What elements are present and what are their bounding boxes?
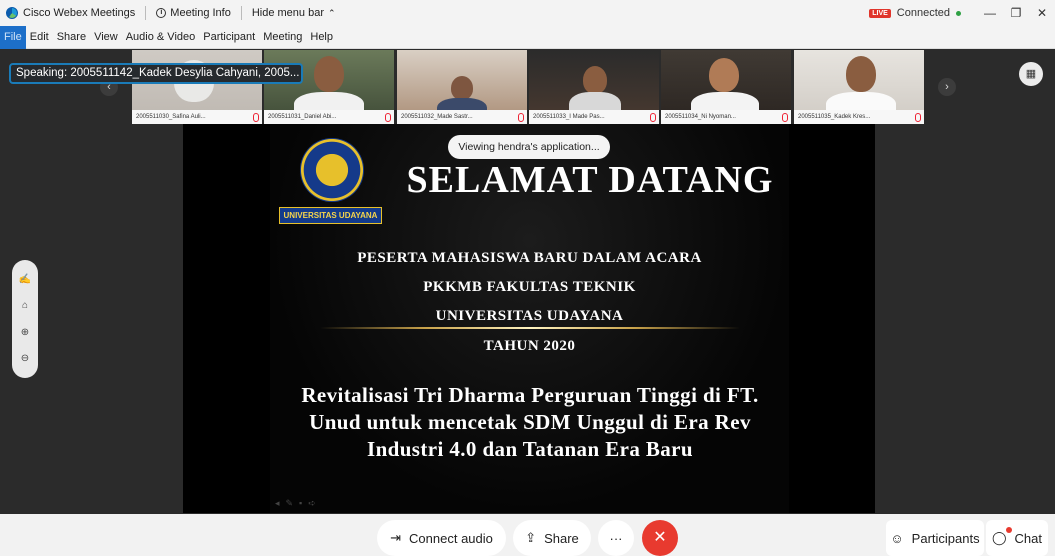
zoom-in-icon[interactable]: ⊕ [21, 327, 29, 338]
more-options-button[interactable]: ··· [598, 520, 634, 556]
menu-meeting[interactable]: Meeting [259, 31, 306, 43]
menu-view[interactable]: View [90, 31, 122, 43]
participant-tile[interactable]: 2005511031_Daniel Abi... [264, 50, 394, 124]
participant-tile[interactable]: 2005511034_Ni Nyoman... [661, 50, 791, 124]
participant-name: 2005511031_Daniel Abi... [264, 110, 394, 124]
meeting-info-label: Meeting Info [170, 7, 231, 19]
muted-mic-icon [915, 113, 921, 122]
zoom-out-icon[interactable]: ⊖ [21, 353, 29, 364]
chat-button[interactable]: ◯ Chat [986, 520, 1048, 556]
divider [145, 6, 147, 20]
connect-audio-label: Connect audio [409, 530, 493, 546]
participants-button[interactable]: ☺ Participants [886, 520, 984, 556]
share-button[interactable]: ⇪ Share [513, 520, 591, 556]
participant-video [583, 66, 607, 94]
slide-theme-line-3: Industri 4.0 dan Tatanan Era Baru [367, 437, 693, 461]
menu-edit[interactable]: Edit [26, 31, 53, 43]
muted-mic-icon [253, 113, 259, 122]
participant-tile[interactable]: 2005511030_Safina Auli... [132, 50, 262, 124]
muted-mic-icon [518, 113, 524, 122]
menu-audio-video[interactable]: Audio & Video [122, 31, 200, 43]
participant-tile[interactable]: 2005511035_Kadek Kres... [794, 50, 924, 124]
participant-tile[interactable]: 2005511032_Made Sastr... [397, 50, 527, 124]
participant-name: 2005511035_Kadek Kres... [794, 110, 924, 124]
participant-video [451, 76, 473, 100]
connect-audio-button[interactable]: ⇥ Connect audio [377, 520, 506, 556]
chat-icon: ◯ [991, 530, 1007, 545]
hide-menu-bar-button[interactable]: Hide menu bar ⌃ [252, 7, 336, 19]
active-speaker-label: Speaking: 2005511142_Kadek Desylia Cahya… [9, 63, 303, 84]
annotate-icon[interactable]: ✍ [19, 274, 31, 285]
participant-video [709, 58, 739, 92]
slide-theme-line-1: Revitalisasi Tri Dharma Perguruan Tinggi… [301, 383, 759, 407]
webex-logo-icon [6, 7, 18, 19]
slide-title: SELAMAT DATANG [406, 159, 774, 201]
close-window-button[interactable]: ✕ [1029, 6, 1055, 20]
participants-label: Participants [911, 530, 980, 546]
menu-help[interactable]: Help [306, 31, 337, 43]
zoom-panel: ✍ ⌂ ⊕ ⊖ [12, 260, 38, 378]
slide-nav-icons: ◂✎▪➪ [275, 498, 322, 508]
presentation-slide: UNIVERSITAS UDAYANA SELAMAT DATANG PESER… [270, 124, 789, 513]
viewing-application-banner: Viewing hendra's application... [448, 135, 610, 159]
muted-mic-icon [650, 113, 656, 122]
menu-bar: File Edit Share View Audio & Video Parti… [0, 25, 1055, 49]
slide-line-3: UNIVERSITAS UDAYANA [435, 308, 624, 324]
muted-mic-icon [385, 113, 391, 122]
connect-audio-icon: ⇥ [390, 530, 402, 545]
hide-menu-bar-label: Hide menu bar [251, 7, 324, 19]
participant-name: 2005511032_Made Sastr... [397, 110, 527, 124]
university-logo-icon [300, 138, 364, 202]
share-label: Share [544, 530, 579, 546]
connected-dot-icon [956, 10, 961, 16]
university-logo-label: UNIVERSITAS UDAYANA [279, 207, 382, 224]
minimize-button[interactable]: — [977, 6, 1003, 20]
shared-screen: UNIVERSITAS UDAYANA SELAMAT DATANG PESER… [183, 124, 875, 513]
participant-name: 2005511033_I Made Pas... [529, 110, 659, 124]
menu-share[interactable]: Share [53, 31, 90, 43]
strip-next-arrow-icon[interactable]: › [938, 78, 956, 96]
participant-tile[interactable]: 2005511033_I Made Pas... [529, 50, 659, 124]
muted-mic-icon [782, 113, 788, 122]
title-bar: Cisco Webex Meetings i Meeting Info Hide… [0, 0, 1055, 26]
slide-theme-line-2: Unud untuk mencetak SDM Unggul di Era Re… [309, 410, 751, 434]
layout-icon[interactable]: ▦ [1019, 62, 1043, 86]
divider [240, 6, 242, 20]
meeting-info-button[interactable]: i Meeting Info [156, 7, 231, 19]
share-icon: ⇪ [525, 530, 537, 545]
slide-line-2: PKKMB FAKULTAS TEKNIK [423, 279, 636, 295]
chat-notification-icon [1006, 527, 1012, 533]
slide-line-1: PESERTA MAHASISWA BARU DALAM ACARA [357, 250, 702, 266]
live-badge: LIVE [869, 8, 891, 18]
remote-control-icon[interactable]: ⌂ [22, 300, 28, 311]
connection-status: Connected [896, 7, 950, 19]
slide-divider [320, 327, 740, 329]
menu-participant[interactable]: Participant [199, 31, 259, 43]
app-title: Cisco Webex Meetings [0, 7, 135, 19]
participants-icon: ☺ [890, 530, 904, 546]
participant-video [846, 56, 876, 92]
slide-line-4: TAHUN 2020 [483, 338, 576, 354]
info-icon: i [156, 8, 167, 18]
chevron-up-icon: ⌃ [328, 7, 336, 18]
menu-file[interactable]: File [0, 25, 26, 49]
restore-button[interactable]: ❐ [1003, 6, 1029, 20]
participant-name: 2005511034_Ni Nyoman... [661, 110, 791, 124]
participant-video [314, 56, 344, 92]
end-meeting-button[interactable]: ✕ [642, 520, 678, 556]
more-options-icon: ··· [609, 530, 623, 546]
app-name: Cisco Webex Meetings [23, 7, 136, 19]
chat-label: Chat [1014, 530, 1043, 546]
participant-name: 2005511030_Safina Auli... [132, 110, 262, 124]
